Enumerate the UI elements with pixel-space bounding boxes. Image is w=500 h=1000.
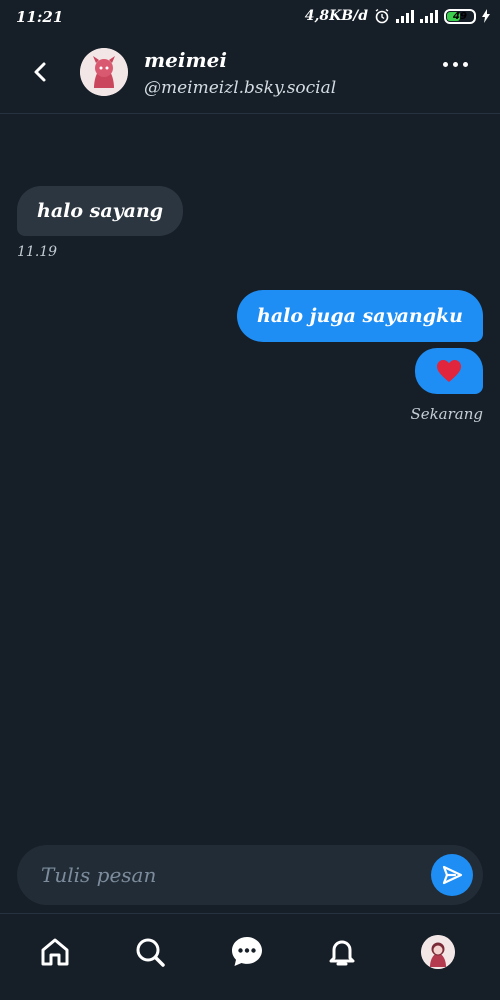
profile-avatar xyxy=(421,935,455,969)
notifications-icon xyxy=(329,940,355,966)
network-speed: 4,8KB/d xyxy=(304,8,368,24)
battery-icon: 49 xyxy=(444,8,476,24)
nav-notifications[interactable] xyxy=(322,932,362,972)
send-button[interactable] xyxy=(431,854,473,896)
message-timestamp: Sekarang xyxy=(410,405,483,423)
message-input[interactable] xyxy=(41,855,411,895)
battery-level: 49 xyxy=(453,10,467,22)
nav-chat[interactable] xyxy=(227,932,267,972)
signal-4g-icon xyxy=(396,9,414,23)
home-icon xyxy=(41,938,69,966)
status-bar: 11:21 4,8KB/d 49 xyxy=(0,0,500,34)
nav-home[interactable] xyxy=(35,932,75,972)
message-bubble-incoming[interactable]: halo sayang xyxy=(17,186,184,236)
contact-name: meimei xyxy=(144,48,227,72)
chat-icon xyxy=(232,937,262,966)
message-text: halo sayang xyxy=(37,200,164,222)
message-bubble-outgoing-emoji[interactable] xyxy=(415,348,483,394)
contact-avatar[interactable] xyxy=(80,48,128,96)
bottom-navigation xyxy=(0,913,500,1000)
charging-icon xyxy=(482,9,490,23)
dot xyxy=(453,62,458,67)
back-button[interactable] xyxy=(24,56,56,88)
chevron-left-icon xyxy=(34,62,46,82)
status-time: 11:21 xyxy=(16,8,64,26)
dot xyxy=(443,62,448,67)
message-text: halo juga sayangku xyxy=(257,305,463,327)
contact-handle: @meimeizl.bsky.social xyxy=(144,78,337,98)
search-icon xyxy=(136,938,165,967)
message-composer xyxy=(17,845,483,905)
nav-search[interactable] xyxy=(130,932,170,972)
more-options-button[interactable] xyxy=(443,62,468,67)
message-bubble-outgoing[interactable]: halo juga sayangku xyxy=(237,290,483,342)
message-timestamp: 11.19 xyxy=(17,244,58,260)
nav-profile[interactable] xyxy=(418,932,458,972)
dot xyxy=(463,62,468,67)
signal-icon xyxy=(420,9,438,23)
alarm-icon xyxy=(375,8,389,24)
send-icon xyxy=(442,865,463,885)
status-indicators: 4,8KB/d 49 xyxy=(305,8,490,24)
conversation-header: meimei @meimeizl.bsky.social xyxy=(0,34,500,114)
heart-icon xyxy=(437,360,461,382)
